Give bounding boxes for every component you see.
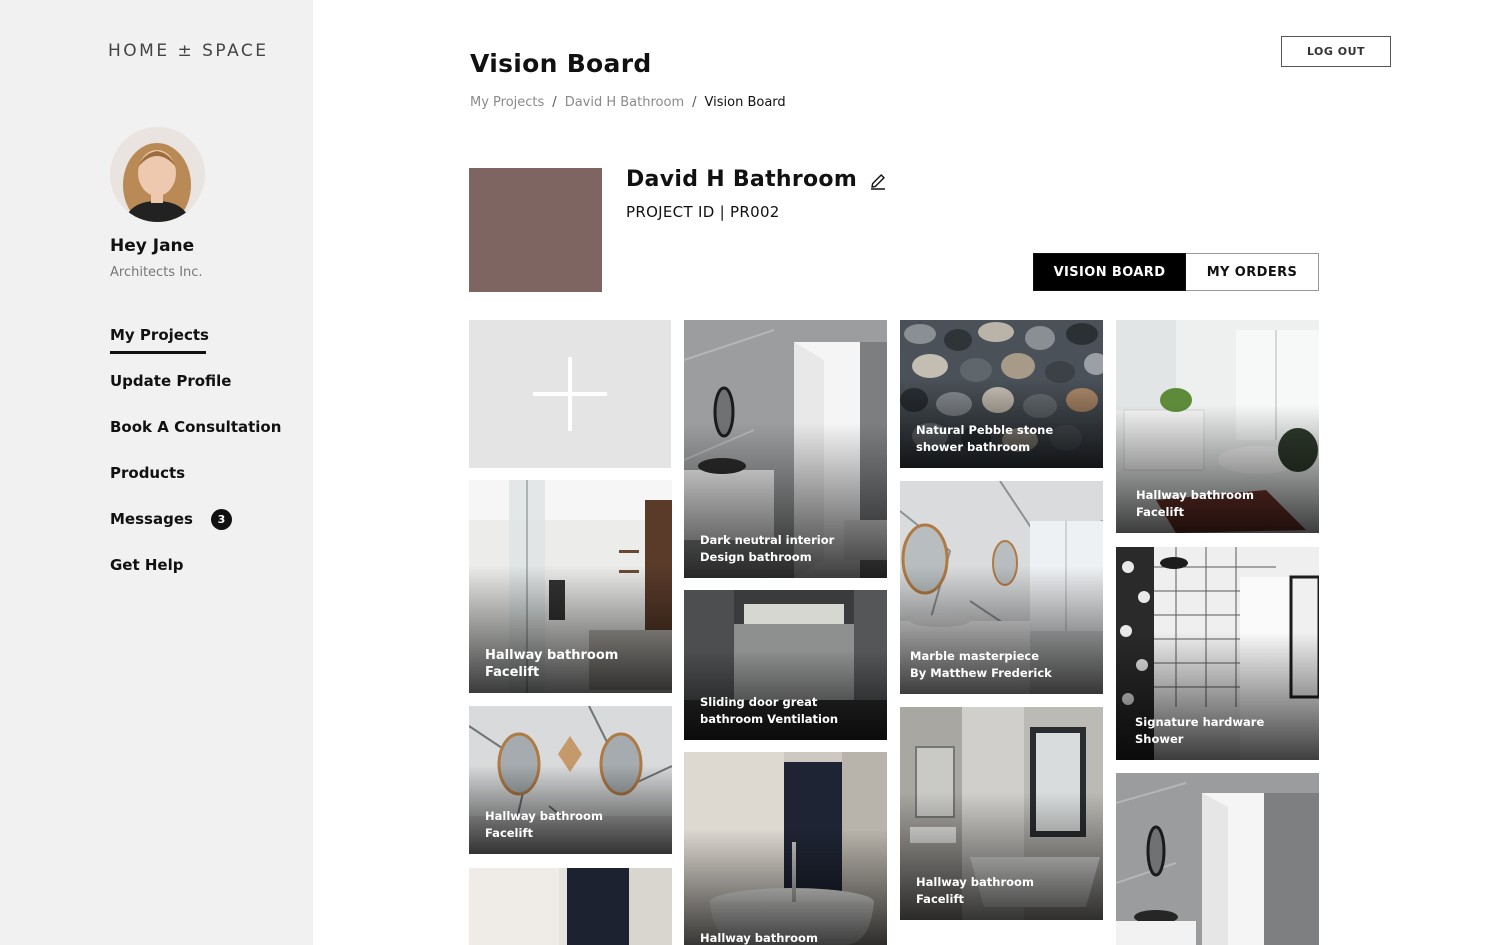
- sidebar-item-label: Update Profile: [110, 372, 232, 390]
- project-color-swatch: [469, 168, 602, 292]
- user-company: Architects Inc.: [110, 265, 203, 280]
- sidebar-item-label: Products: [110, 464, 186, 482]
- breadcrumb-separator: /: [692, 95, 697, 110]
- sidebar-item-label: Book A Consultation: [110, 418, 282, 436]
- tile-caption: Hallway bathroom Facelift: [485, 809, 603, 840]
- sidebar: HOME ± SPACE Hey Jane Architects Inc. My…: [0, 0, 313, 945]
- breadcrumb-link-my-projects[interactable]: My Projects: [470, 95, 544, 110]
- board-tile[interactable]: Natural Pebble stone shower bathroom: [900, 320, 1103, 468]
- tile-caption: Natural Pebble stone shower bathroom: [916, 423, 1054, 454]
- tab-vision-board[interactable]: VISION BOARD: [1033, 253, 1186, 291]
- board-tile[interactable]: Hallway bathroom Facelift: [469, 480, 672, 693]
- board-tile[interactable]: Hallway bathroom: [684, 752, 887, 945]
- messages-count-badge: 3: [210, 509, 232, 530]
- board-tile[interactable]: Hallway bathroom Facelift: [900, 707, 1103, 920]
- tab-my-orders[interactable]: MY ORDERS: [1186, 253, 1319, 291]
- breadcrumb-separator: /: [552, 95, 557, 110]
- tile-caption: Hallway bathroom: [700, 931, 818, 945]
- project-title: David H Bathroom: [626, 167, 887, 192]
- board-tile[interactable]: Marble masterpiece By Matthew Frederick: [900, 481, 1103, 694]
- sidebar-item-book-consultation[interactable]: Book A Consultation: [110, 418, 281, 464]
- sidebar-nav: My Projects Update Profile Book A Consul…: [110, 326, 281, 602]
- board-tile[interactable]: [469, 868, 672, 945]
- tile-caption: Signature hardware Shower: [1135, 715, 1265, 746]
- breadcrumb-current: Vision Board: [704, 95, 786, 110]
- sidebar-item-update-profile[interactable]: Update Profile: [110, 372, 281, 418]
- tile-caption: Marble masterpiece By Matthew Frederick: [910, 649, 1052, 680]
- sidebar-item-my-projects[interactable]: My Projects: [110, 326, 281, 372]
- tile-caption: Dark neutral interior Design bathroom: [700, 533, 835, 564]
- sidebar-item-messages[interactable]: Messages 3: [110, 509, 281, 556]
- board-tile[interactable]: Hallway bathroom Facelift: [469, 706, 672, 854]
- project-id: PROJECT ID | PR002: [626, 203, 780, 221]
- sidebar-item-get-help[interactable]: Get Help: [110, 556, 281, 602]
- page-title: Vision Board: [470, 49, 652, 78]
- tile-caption: Hallway bathroom Facelift: [485, 648, 619, 680]
- tile-caption: Hallway bathroom Facelift: [1136, 488, 1254, 519]
- sidebar-item-label: Get Help: [110, 556, 184, 574]
- board-tile[interactable]: Sliding door great bathroom Ventilation: [684, 590, 887, 740]
- board-tile[interactable]: [1116, 773, 1319, 945]
- sidebar-item-label: Messages: [110, 510, 193, 528]
- board-tile[interactable]: Dark neutral interior Design bathroom: [684, 320, 887, 578]
- board-tile[interactable]: Hallway bathroom Facelift: [1116, 320, 1319, 533]
- tile-caption: Hallway bathroom Facelift: [916, 875, 1034, 906]
- view-tabs: VISION BOARD MY ORDERS: [1033, 253, 1319, 291]
- sidebar-item-products[interactable]: Products: [110, 464, 281, 510]
- sidebar-item-label: My Projects: [110, 326, 209, 344]
- user-greeting: Hey Jane: [110, 236, 195, 256]
- logout-button[interactable]: LOG OUT: [1281, 36, 1391, 67]
- breadcrumb: My Projects / David H Bathroom / Vision …: [470, 95, 786, 110]
- project-name: David H Bathroom: [626, 167, 858, 192]
- breadcrumb-link-project[interactable]: David H Bathroom: [565, 95, 684, 110]
- board-tile[interactable]: Signature hardware Shower: [1116, 547, 1319, 760]
- tile-caption: Sliding door great bathroom Ventilation: [700, 695, 839, 726]
- add-image-tile[interactable]: [469, 320, 671, 468]
- brand-logo[interactable]: HOME ± SPACE: [108, 41, 269, 61]
- edit-pencil-icon[interactable]: [869, 171, 887, 190]
- avatar[interactable]: [110, 127, 205, 222]
